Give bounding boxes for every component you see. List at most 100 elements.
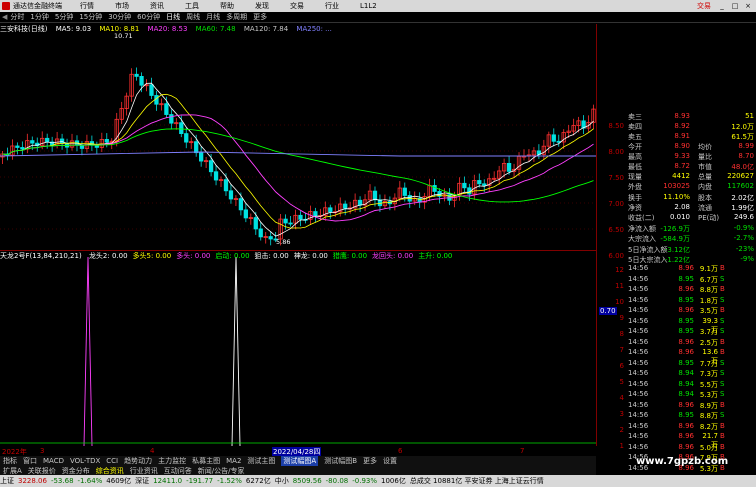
tick-time: 14:56 (628, 264, 649, 272)
candle-body (477, 180, 482, 185)
indicator-tab[interactable]: MACD (43, 457, 64, 465)
date-tick: 6 (398, 447, 403, 455)
tick-volume: 7.3万 (699, 370, 718, 378)
tick-direction: B (720, 348, 725, 356)
extension-tab[interactable]: 扩展A (3, 466, 22, 476)
indicator-tab[interactable]: 测试幅图B (324, 456, 357, 466)
period-1min[interactable]: 1分钟 (30, 12, 48, 22)
quote-label: 外盘 (628, 183, 642, 191)
tick-price: 8.96 (678, 337, 694, 346)
quote-row: 净流入额 -126.9万 -0.9% (626, 224, 756, 234)
menu-item-discover[interactable]: 发现 (255, 1, 269, 11)
indicator-tab[interactable]: 指标 (3, 456, 17, 466)
quote-label: 净资 (628, 204, 642, 212)
kline-chart[interactable]: 10.71 5.86 (0, 24, 596, 256)
extension-tab[interactable]: 行业资讯 (130, 466, 158, 476)
quote-row: 大宗流入 -584.9万 -2.7% (626, 234, 756, 244)
period-30min[interactable]: 30分钟 (108, 12, 131, 22)
quote-label: 卖三 (628, 113, 642, 121)
quote-value-2: 12.0万 (731, 123, 754, 131)
candle-body (313, 211, 318, 217)
menu-item-help[interactable]: 帮助 (220, 1, 234, 11)
indicator-tick: 2 (619, 426, 624, 434)
news-ticker[interactable]: 总成交 10881亿 平安证券 上海上证云行情 (410, 476, 544, 486)
ma60-value: MA60: 7.48 (195, 25, 236, 33)
back-arrow-icon[interactable]: ◀ (2, 13, 7, 21)
indicator-tick: 10 (615, 298, 624, 306)
app-title: 通达信金融终端 (13, 2, 62, 10)
indicator-level-label: 0.70 (599, 307, 617, 315)
extension-tab[interactable]: 资金分布 (62, 466, 90, 476)
extension-tab[interactable]: 关联报价 (28, 466, 56, 476)
menu-item-market[interactable]: 市场 (115, 1, 129, 11)
indicator-tab[interactable]: VOL-TDX (70, 457, 100, 465)
tick-row: 14:56 8.95 8.8万 S (626, 411, 756, 421)
quote-label: 现量 (628, 173, 642, 181)
extension-tab[interactable]: 综合资讯 (96, 466, 124, 476)
period-60min[interactable]: 60分钟 (137, 12, 160, 22)
period-monthly[interactable]: 月线 (206, 12, 220, 22)
indicator-chart[interactable] (0, 250, 596, 447)
price-tick: 6.00 (608, 252, 624, 260)
indicator-tab[interactable]: CCI (106, 457, 118, 465)
quote-value-2: 8.99 (738, 142, 754, 150)
minimize-icon[interactable]: _ (717, 2, 727, 10)
zx-change: -80.08 (325, 477, 349, 485)
sz-amount: 6272亿 (245, 477, 271, 485)
close-icon[interactable]: × (743, 2, 753, 10)
tick-list[interactable]: 14:56 8.96 9.1万 B 14:56 8.95 6.7万 S 14:56 8.96 8.8… (626, 264, 756, 475)
indicator-field: 神龙: 0.00 (293, 252, 328, 260)
extension-tab[interactable]: 新闻/公告/专家 (198, 466, 245, 476)
tick-price: 8.96 (678, 306, 694, 314)
tick-volume: 6.7万 (699, 275, 718, 284)
tick-price: 8.94 (678, 390, 694, 398)
indicator-tab[interactable]: 趋势动力 (124, 456, 152, 466)
tick-time: 14:56 (628, 432, 649, 440)
trade-button[interactable]: 交易 (697, 1, 711, 11)
indicator-tab[interactable]: 设置 (383, 456, 397, 466)
tick-price: 8.96 (678, 432, 694, 440)
zx-value: 8509.56 (292, 477, 322, 485)
menu-item-news[interactable]: 资讯 (150, 1, 164, 11)
quote-value: -126.9万 (660, 225, 690, 233)
candle-body (104, 139, 109, 143)
candle-body (134, 73, 139, 77)
candle-body (169, 114, 174, 124)
menu-item-l1l2[interactable]: L1L2 (360, 2, 377, 10)
period-intraday[interactable]: 分时 (10, 12, 24, 22)
sz-value: 12411.0 (153, 477, 183, 485)
date-axis: 2022年 3 4 2022/04/28四 6 7 (0, 446, 596, 457)
candle-body (208, 160, 214, 173)
indicator-tick: 12 (615, 266, 624, 274)
candle-body (288, 222, 293, 225)
indicator-tab[interactable]: MA2 (226, 457, 241, 465)
candle-body (298, 214, 303, 220)
indicator-tab[interactable]: 测试主图 (247, 456, 275, 466)
date-tick: 3 (40, 447, 45, 455)
quote-row: 外盘 103025 内盘 117602 (626, 182, 756, 192)
maximize-icon[interactable]: □ (730, 2, 740, 10)
period-15min[interactable]: 15分钟 (79, 12, 102, 22)
period-5min[interactable]: 5分钟 (55, 12, 73, 22)
tick-row: 14:56 8.94 5.5万 S (626, 380, 756, 390)
tick-direction: B (720, 442, 725, 451)
tick-direction: S (720, 358, 725, 367)
quote-value: 9.33 (674, 152, 690, 160)
indicator-tab[interactable]: 窗口 (23, 456, 37, 466)
extension-tab[interactable]: 互动问答 (164, 466, 192, 476)
period-weekly[interactable]: 周线 (186, 12, 200, 22)
indicator-tab[interactable]: 主力监控 (158, 456, 186, 466)
period-daily[interactable]: 日线 (166, 12, 180, 22)
indicator-tab[interactable]: 私募主图 (192, 456, 220, 466)
quote-row: 今开 8.90 均价 8.99 (626, 142, 756, 152)
period-more[interactable]: 更多 (253, 12, 267, 22)
menu-item-quotes[interactable]: 行情 (80, 1, 94, 11)
menu-item-industry[interactable]: 行业 (325, 1, 339, 11)
menu-item-tools[interactable]: 工具 (185, 1, 199, 11)
indicator-tab[interactable]: 更多 (363, 456, 377, 466)
quote-row: 现量 4412 总量 220627 (626, 172, 756, 182)
tick-time: 14:56 (628, 379, 649, 388)
period-multi[interactable]: 多周期 (226, 12, 247, 22)
menu-item-trade[interactable]: 交易 (290, 1, 304, 11)
indicator-tab[interactable]: 测试幅图A (281, 456, 319, 466)
